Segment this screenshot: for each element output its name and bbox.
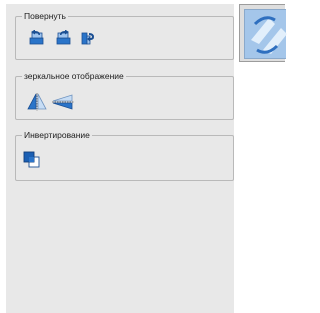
rotate-right-button[interactable]: [54, 29, 72, 47]
invert-group: Инвертирование: [15, 129, 234, 181]
rotate-left-icon: [28, 30, 46, 46]
flip-horizontal-button[interactable]: [52, 93, 74, 111]
preview-thumbnail: [244, 9, 287, 59]
rotate-group: Повернуть: [15, 10, 234, 60]
flip-horizontal-icon: [52, 94, 74, 110]
mirror-group-title: зеркальное отображение: [22, 70, 126, 82]
invert-colors-button[interactable]: [23, 151, 41, 169]
rotate-group-title: Повернуть: [22, 10, 68, 22]
rotate-180-button[interactable]: [79, 29, 97, 47]
rotate-180-icon: [79, 30, 97, 46]
rotate-preview-icon: [251, 16, 287, 54]
rotate-left-button[interactable]: [28, 29, 46, 47]
transform-panel: Повернуть зеркальное отображение Инверти…: [6, 4, 234, 313]
flip-vertical-button[interactable]: [27, 93, 47, 111]
image-preview: [239, 4, 287, 62]
rotate-right-icon: [54, 30, 72, 46]
invert-colors-icon: [23, 151, 41, 169]
mirror-group: зеркальное отображение: [15, 70, 234, 120]
invert-group-title: Инвертирование: [22, 129, 92, 141]
flip-vertical-icon: [27, 93, 47, 111]
